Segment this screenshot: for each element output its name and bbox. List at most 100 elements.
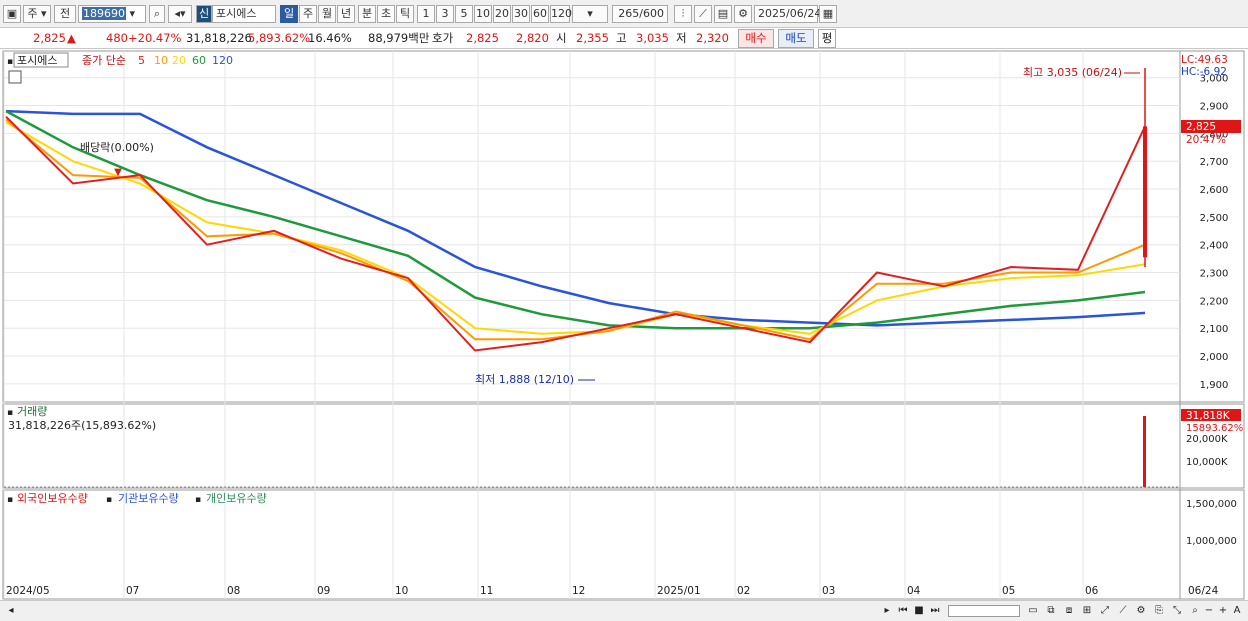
grid-icon[interactable]: ⊞ [1080, 604, 1094, 618]
ma-period-10: 10 [154, 54, 168, 67]
low-note: 최저 1,888 (12/10) [475, 373, 574, 386]
eval-button[interactable]: 평 [818, 29, 836, 48]
draw-tool-icon[interactable]: ⟋ [694, 5, 712, 23]
interval-tick[interactable]: 틱 [396, 5, 414, 23]
calendar-icon[interactable]: ▦ [819, 5, 837, 23]
zoom-in-icon[interactable]: + [1216, 604, 1230, 618]
volume-value: 31,818,226 [186, 31, 252, 45]
turnover-rate: 16.46% [308, 31, 352, 45]
chart-toolbar: ▣ 주 ▾ 전 189690 ▾ ⌕ ◂▾ 신 포시에스 일 주 월 년 분 초… [0, 0, 1248, 28]
time-axis-label: 06 [1085, 585, 1099, 597]
high-price: 3,035 [636, 31, 669, 45]
up-arrow-icon: ▲ [67, 31, 76, 45]
time-axis-label: 2025/01 [657, 585, 701, 597]
minute-option-30[interactable]: 30 [512, 5, 530, 23]
time-axis-label: 09 [317, 585, 330, 597]
custom-interval-select[interactable]: ▾ [572, 5, 608, 23]
current-pct-tag: 20.47% [1186, 134, 1226, 146]
interval-minute[interactable]: 분 [358, 5, 376, 23]
minute-option-10[interactable]: 10 [474, 5, 492, 23]
price-tick-label: 2,400 [1200, 241, 1229, 252]
stock-chart[interactable]: 3,0002,9002,8002,7002,6002,5002,4002,300… [0, 49, 1248, 600]
scroll-left-icon[interactable]: ◂ [4, 604, 18, 618]
minute-option-5[interactable]: 5 [455, 5, 473, 23]
price-tick-label: 2,100 [1200, 324, 1229, 335]
last-page-icon[interactable]: ⏭ [928, 604, 942, 618]
shrink-icon[interactable]: ⤡ [1170, 604, 1184, 618]
legend-foreign: 외국인보유수량 [17, 492, 88, 505]
last-candle-body [1143, 126, 1147, 258]
scroll-right-icon[interactable]: ▸ [880, 604, 894, 618]
prev-button[interactable]: 전 [54, 5, 76, 23]
search-icon[interactable]: ⌕ [149, 5, 165, 23]
zoom-slider[interactable] [948, 605, 1020, 617]
dividend-note: 배당락(0.00%) [80, 141, 154, 154]
font-size-icon[interactable]: A [1230, 604, 1244, 618]
volume-tag-pct: 15893.62% [1186, 423, 1243, 434]
chart-scrollbar[interactable]: ◂ ▸ ⏮ ■ ⏭ ▭ ⧉ ⧈ ⊞ ⤢ ⟋ ⚙ ⎘ ⤡ ⌕ − + A [0, 600, 1248, 621]
time-axis-label: 04 [907, 585, 921, 597]
volume-marker-icon: ▪ [7, 408, 13, 418]
time-axis-label: 11 [480, 585, 493, 597]
bar-count-field[interactable]: 265/600 [612, 5, 668, 23]
minute-option-1[interactable]: 1 [417, 5, 435, 23]
interval-month[interactable]: 월 [318, 5, 336, 23]
interval-week[interactable]: 주 [299, 5, 317, 23]
window-icon[interactable]: ▣ [3, 5, 21, 23]
time-axis-label: 10 [395, 585, 408, 597]
layout-icon[interactable]: ▭ [1026, 604, 1040, 618]
legend-institution: 기관보유수량 [118, 492, 179, 505]
volume-tick-label: 20,000K [1186, 434, 1228, 445]
period-type-label: 주 [27, 7, 38, 20]
holdings-panel [2, 489, 1245, 600]
date-field[interactable]: 2025/06/24 [754, 5, 821, 23]
lc-label: LC:49.63 [1181, 54, 1228, 66]
copy-icon[interactable]: ⎘ [1152, 604, 1166, 618]
time-axis-label: 05 [1002, 585, 1015, 597]
time-axis-label: 12 [572, 585, 585, 597]
time-axis-label: 03 [822, 585, 835, 597]
zoom-out-icon[interactable]: − [1202, 604, 1216, 618]
minute-option-3[interactable]: 3 [436, 5, 454, 23]
minute-option-60[interactable]: 60 [531, 5, 549, 23]
stock-name-field[interactable]: 포시에스 [212, 5, 276, 23]
volume-spike-bar [1143, 416, 1146, 487]
price-tick-label: 2,000 [1200, 352, 1229, 363]
save-icon[interactable]: ▤ [714, 5, 732, 23]
sell-button[interactable]: 매도 [778, 29, 814, 48]
layout-split-icon[interactable]: ⧉ [1044, 604, 1058, 618]
period-type-select[interactable]: 주 ▾ [23, 5, 51, 23]
bar-count-max: /600 [639, 7, 664, 20]
stock-code-input[interactable]: 189690 ▾ [78, 5, 146, 23]
holdings-tick-label: 1,000,000 [1186, 536, 1237, 547]
interval-second[interactable]: 초 [377, 5, 395, 23]
buy-button[interactable]: 매수 [738, 29, 774, 48]
compare-icon[interactable]: ⧈ [1062, 604, 1076, 618]
open-label: 시 [556, 31, 567, 45]
gear-icon[interactable]: ⚙ [734, 5, 752, 23]
stock-code-value: 189690 [82, 7, 126, 20]
stop-icon[interactable]: ■ [912, 604, 926, 618]
minute-option-120[interactable]: 120 [550, 5, 572, 23]
table-view-icon[interactable] [8, 70, 22, 84]
speaker-icon[interactable]: ◂▾ [168, 5, 192, 23]
minute-option-20[interactable]: 20 [493, 5, 511, 23]
candle-style-icon[interactable]: ⫶ [674, 5, 692, 23]
settings-icon[interactable]: ⚙ [1134, 604, 1148, 618]
bar-count-value: 265 [618, 7, 640, 20]
interval-year[interactable]: 년 [337, 5, 355, 23]
open-price: 2,355 [576, 31, 609, 45]
trend-icon[interactable]: ⟋ [1116, 604, 1130, 618]
expand-icon[interactable]: ⤢ [1098, 604, 1112, 618]
time-axis-label: 08 [227, 585, 240, 597]
ask-label: 호가 [432, 31, 454, 45]
interval-day[interactable]: 일 [280, 5, 298, 23]
zoom-icon[interactable]: ⌕ [1188, 604, 1202, 618]
ma-period-5: 5 [138, 54, 145, 67]
price-tick-label: 2,600 [1200, 185, 1229, 196]
quote-bar: 2,825 ▲ 480 +20.47% 31,818,226 5,893.62%… [0, 28, 1248, 49]
high-note: 최고 3,035 (06/24) [1023, 66, 1122, 79]
price-tick-label: 2,700 [1200, 157, 1229, 168]
price-change-pct: +20.47% [128, 31, 182, 45]
first-page-icon[interactable]: ⏮ [896, 604, 910, 618]
